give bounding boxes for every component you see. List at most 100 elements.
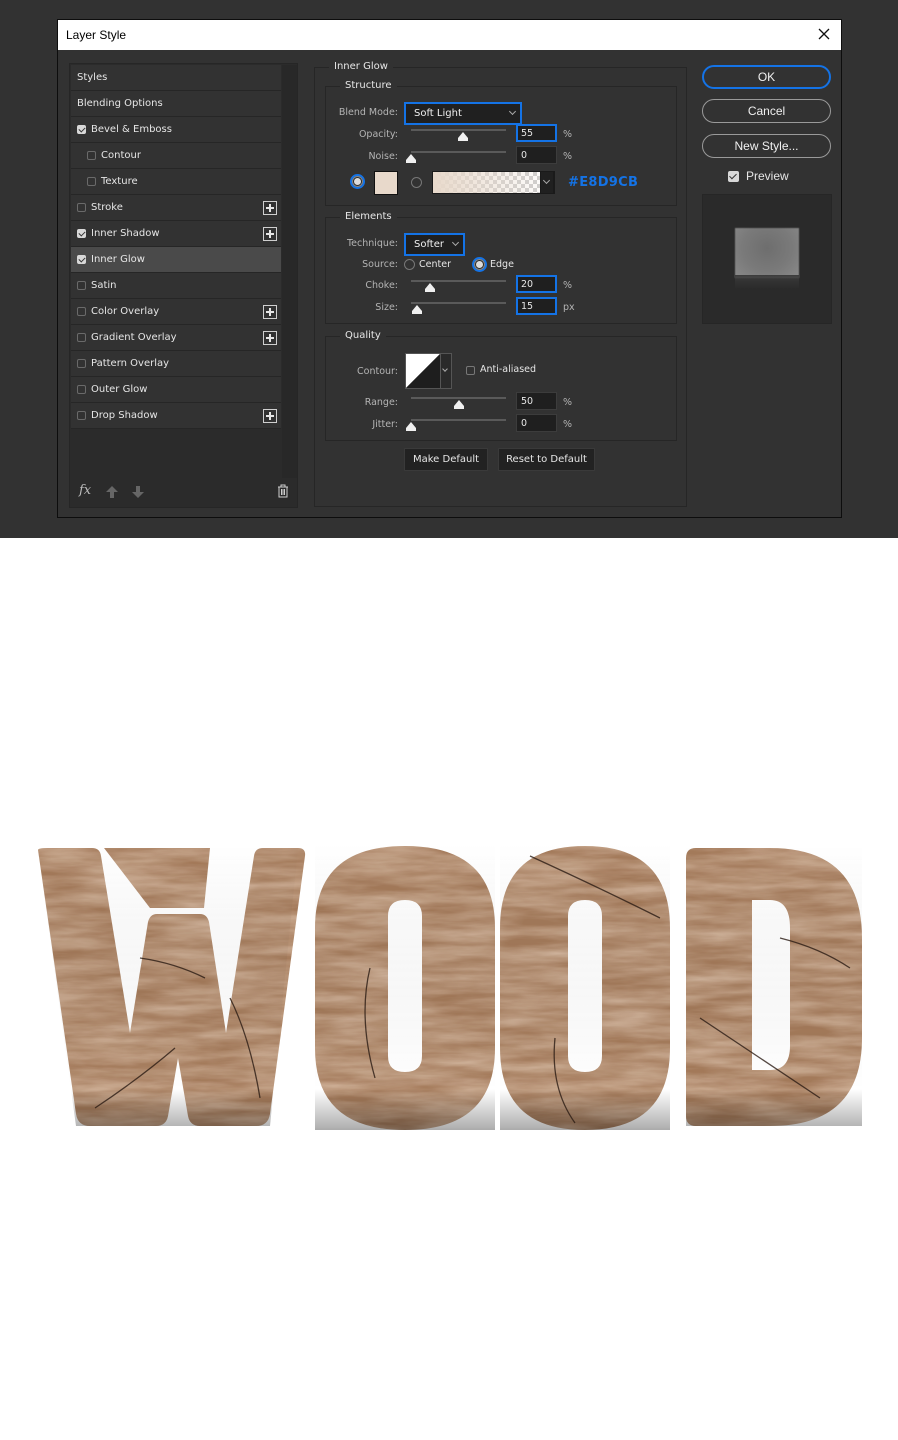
style-checkbox[interactable]: [77, 359, 86, 368]
bevel-shading: [38, 846, 862, 1130]
style-checkbox[interactable]: [87, 151, 96, 160]
gradient-picker[interactable]: [432, 171, 555, 194]
noise-slider-thumb[interactable]: [406, 154, 416, 163]
range-label: Range:: [364, 397, 398, 408]
noise-label: Noise:: [368, 151, 398, 162]
blend-mode-select[interactable]: Soft Light: [404, 102, 522, 125]
source-edge-label: Edge: [490, 259, 514, 270]
range-input[interactable]: 50: [516, 392, 557, 410]
contour-dropdown[interactable]: [441, 353, 452, 389]
style-item-label: Bevel & Emboss: [91, 124, 172, 135]
style-checkbox[interactable]: [77, 229, 86, 238]
style-checkbox[interactable]: [77, 385, 86, 394]
style-item-styles[interactable]: Styles: [71, 65, 281, 91]
preview-label: Preview: [746, 169, 789, 183]
style-item-texture[interactable]: Texture: [71, 169, 281, 195]
jitter-slider-thumb[interactable]: [406, 422, 416, 431]
style-item-outer-glow[interactable]: Outer Glow: [71, 377, 281, 403]
noise-slider[interactable]: [411, 151, 506, 153]
style-item-blending-options[interactable]: Blending Options: [71, 91, 281, 117]
choke-unit: %: [563, 280, 573, 291]
opacity-slider[interactable]: [411, 129, 506, 131]
close-icon[interactable]: [815, 25, 833, 43]
styles-list: Styles Blending Options Bevel & Emboss Cont…: [71, 65, 281, 429]
styles-scrollbar[interactable]: [282, 65, 297, 478]
jitter-slider[interactable]: [411, 419, 506, 421]
size-slider[interactable]: [411, 302, 506, 304]
style-item-gradient-overlay[interactable]: Gradient Overlay: [71, 325, 281, 351]
choke-label: Choke:: [365, 280, 398, 291]
preview-checkbox[interactable]: [728, 170, 739, 182]
reset-to-default-button[interactable]: Reset to Default: [498, 448, 595, 471]
range-unit: %: [563, 397, 573, 408]
source-center-label: Center: [419, 259, 451, 270]
source-center-radio[interactable]: [404, 259, 415, 270]
style-checkbox[interactable]: [77, 307, 86, 316]
wood-text-artwork: [38, 846, 862, 1130]
add-effect-icon[interactable]: [263, 331, 277, 345]
style-item-label: Texture: [101, 176, 138, 187]
add-effect-icon[interactable]: [263, 305, 277, 319]
style-item-satin[interactable]: Satin: [71, 273, 281, 299]
opacity-input[interactable]: 55: [516, 124, 557, 142]
preview-toggle[interactable]: Preview: [728, 169, 789, 183]
style-item-stroke[interactable]: Stroke: [71, 195, 281, 221]
noise-input[interactable]: 0: [516, 146, 557, 164]
quality-title: Quality: [340, 330, 386, 341]
glow-color-swatch[interactable]: [374, 171, 398, 195]
add-effect-icon[interactable]: [263, 227, 277, 241]
style-item-contour[interactable]: Contour: [71, 143, 281, 169]
size-slider-thumb[interactable]: [411, 305, 422, 314]
trash-icon[interactable]: [277, 484, 289, 498]
style-item-inner-glow[interactable]: Inner Glow: [71, 247, 281, 273]
source-edge-radio[interactable]: [472, 257, 487, 272]
anti-aliased-checkbox[interactable]: [466, 366, 475, 375]
technique-value: Softer: [414, 239, 444, 250]
range-slider-thumb[interactable]: [453, 400, 464, 409]
style-checkbox[interactable]: [77, 255, 86, 264]
style-item-label: Styles: [77, 72, 108, 83]
style-item-pattern-overlay[interactable]: Pattern Overlay: [71, 351, 281, 377]
make-default-button[interactable]: Make Default: [404, 448, 488, 471]
style-item-label: Color Overlay: [91, 306, 160, 317]
choke-slider-thumb[interactable]: [425, 283, 435, 292]
opacity-slider-thumb[interactable]: [458, 132, 469, 141]
choke-slider[interactable]: [411, 280, 506, 282]
chevron-down-icon: [508, 107, 517, 116]
add-effect-icon[interactable]: [263, 201, 277, 215]
chevron-down-icon: [451, 238, 460, 247]
choke-input[interactable]: 20: [516, 275, 557, 293]
contour-picker[interactable]: [405, 353, 441, 389]
style-checkbox[interactable]: [77, 125, 86, 134]
gradient-dropdown[interactable]: [540, 171, 554, 194]
new-style-button[interactable]: New Style...: [702, 134, 831, 158]
color-fill-radio[interactable]: [350, 174, 365, 189]
styles-panel: Styles Blending Options Bevel & Emboss Cont…: [69, 63, 298, 508]
style-item-label: Pattern Overlay: [91, 358, 170, 369]
style-checkbox[interactable]: [77, 203, 86, 212]
range-slider[interactable]: [411, 397, 506, 399]
structure-title: Structure: [340, 80, 397, 91]
style-item-bevel-emboss[interactable]: Bevel & Emboss: [71, 117, 281, 143]
style-item-inner-shadow[interactable]: Inner Shadow: [71, 221, 281, 247]
style-checkbox[interactable]: [77, 411, 86, 420]
style-checkbox[interactable]: [77, 333, 86, 342]
move-up-icon[interactable]: [106, 486, 118, 498]
style-item-label: Contour: [101, 150, 141, 161]
ok-button[interactable]: OK: [702, 65, 831, 89]
style-item-label: Outer Glow: [91, 384, 148, 395]
move-down-icon[interactable]: [132, 486, 144, 498]
cancel-button[interactable]: Cancel: [702, 99, 831, 123]
color-hex-label: #E8D9CB: [568, 175, 639, 190]
style-item-drop-shadow[interactable]: Drop Shadow: [71, 403, 281, 429]
blend-mode-label: Blend Mode:: [338, 107, 398, 118]
gradient-fill-radio[interactable]: [411, 177, 422, 188]
size-input[interactable]: 15: [516, 297, 557, 315]
style-item-color-overlay[interactable]: Color Overlay: [71, 299, 281, 325]
fx-icon[interactable]: fx: [79, 483, 91, 498]
style-checkbox[interactable]: [77, 281, 86, 290]
jitter-input[interactable]: 0: [516, 414, 557, 432]
add-effect-icon[interactable]: [263, 409, 277, 423]
style-checkbox[interactable]: [87, 177, 96, 186]
technique-select[interactable]: Softer: [404, 233, 465, 256]
